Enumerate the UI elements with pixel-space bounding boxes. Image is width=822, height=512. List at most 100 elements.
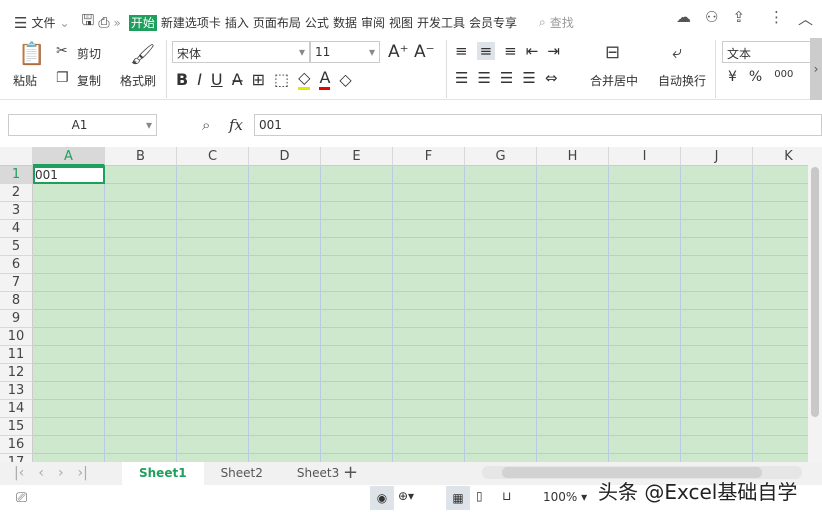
eye-protect-icon[interactable]: ◉ <box>370 486 394 510</box>
ribbon-tab[interactable]: 会员专享 <box>469 16 517 30</box>
search-label[interactable]: 查找 <box>550 14 574 31</box>
cell-I13[interactable] <box>609 382 681 400</box>
cell-C17[interactable] <box>177 454 249 462</box>
cell-A5[interactable] <box>33 238 105 256</box>
cell-G1[interactable] <box>465 166 537 184</box>
cell-F11[interactable] <box>393 346 465 364</box>
cloud-icon[interactable]: ☁ <box>676 8 691 29</box>
row-header-6[interactable]: 6 <box>0 256 33 274</box>
column-header-C[interactable]: C <box>177 147 249 166</box>
file-menu[interactable]: 文件 <box>31 14 55 31</box>
cell-B4[interactable] <box>105 220 177 238</box>
cell-A17[interactable] <box>33 454 105 462</box>
align-center-icon[interactable]: ☰ <box>477 69 490 87</box>
cell-G12[interactable] <box>465 364 537 382</box>
cell-F7[interactable] <box>393 274 465 292</box>
cell-C14[interactable] <box>177 400 249 418</box>
ribbon-tab[interactable]: 插入 <box>225 16 249 30</box>
cell-E5[interactable] <box>321 238 393 256</box>
cell-F14[interactable] <box>393 400 465 418</box>
cell-B11[interactable] <box>105 346 177 364</box>
cell-I1[interactable] <box>609 166 681 184</box>
chevron-down-icon[interactable]: ⌄ <box>59 16 69 30</box>
cell-G6[interactable] <box>465 256 537 274</box>
row-header-7[interactable]: 7 <box>0 274 33 292</box>
cell-D10[interactable] <box>249 328 321 346</box>
cell-G13[interactable] <box>465 382 537 400</box>
cell-J1[interactable] <box>681 166 753 184</box>
cell-D4[interactable] <box>249 220 321 238</box>
fx-button[interactable]: fx <box>229 116 243 134</box>
cell-C15[interactable] <box>177 418 249 436</box>
cell-I17[interactable] <box>609 454 681 462</box>
ribbon-tab[interactable]: 公式 <box>305 16 329 30</box>
cell-F2[interactable] <box>393 184 465 202</box>
cell-E1[interactable] <box>321 166 393 184</box>
fill-color-icon[interactable]: ◇ <box>298 68 311 90</box>
cell-C11[interactable] <box>177 346 249 364</box>
cell-F1[interactable] <box>393 166 465 184</box>
column-header-I[interactable]: I <box>609 147 681 166</box>
cell-A10[interactable] <box>33 328 105 346</box>
column-header-G[interactable]: G <box>465 147 537 166</box>
cell-K15[interactable] <box>753 418 808 436</box>
cell-K5[interactable] <box>753 238 808 256</box>
column-header-J[interactable]: J <box>681 147 753 166</box>
cell-I7[interactable] <box>609 274 681 292</box>
cell-E4[interactable] <box>321 220 393 238</box>
cell-I11[interactable] <box>609 346 681 364</box>
more-vert-icon[interactable]: ⋮ <box>769 8 784 29</box>
cell-I6[interactable] <box>609 256 681 274</box>
cell-G17[interactable] <box>465 454 537 462</box>
column-header-D[interactable]: D <box>249 147 321 166</box>
cell-K6[interactable] <box>753 256 808 274</box>
cell-E9[interactable] <box>321 310 393 328</box>
select-all-corner[interactable] <box>0 147 33 166</box>
save-icon[interactable]: 🖫 <box>82 10 95 35</box>
cell-C1[interactable] <box>177 166 249 184</box>
cell-K8[interactable] <box>753 292 808 310</box>
cell-A4[interactable] <box>33 220 105 238</box>
row-header-8[interactable]: 8 <box>0 292 33 310</box>
row-header-16[interactable]: 16 <box>0 436 33 454</box>
column-header-B[interactable]: B <box>105 147 177 166</box>
cell-D6[interactable] <box>249 256 321 274</box>
underline-icon[interactable]: U <box>211 70 223 89</box>
cell-G16[interactable] <box>465 436 537 454</box>
cell-J15[interactable] <box>681 418 753 436</box>
add-sheet-icon[interactable]: + <box>343 462 358 483</box>
cell-F16[interactable] <box>393 436 465 454</box>
cell-J2[interactable] <box>681 184 753 202</box>
more-icon[interactable]: » <box>114 16 121 30</box>
ribbon-tab[interactable]: 审阅 <box>361 16 385 30</box>
row-header-4[interactable]: 4 <box>0 220 33 238</box>
cell-H3[interactable] <box>537 202 609 220</box>
ribbon-scroll-right[interactable]: › <box>810 38 822 100</box>
cell-F10[interactable] <box>393 328 465 346</box>
cell-D5[interactable] <box>249 238 321 256</box>
collapse-icon[interactable]: ︿ <box>798 8 813 29</box>
cell-B10[interactable] <box>105 328 177 346</box>
cell-I12[interactable] <box>609 364 681 382</box>
vertical-scrollbar[interactable] <box>808 147 822 462</box>
cell-H4[interactable] <box>537 220 609 238</box>
row-header-15[interactable]: 15 <box>0 418 33 436</box>
cell-K11[interactable] <box>753 346 808 364</box>
cell-D8[interactable] <box>249 292 321 310</box>
cell-B8[interactable] <box>105 292 177 310</box>
column-header-K[interactable]: K <box>753 147 808 166</box>
cell-B12[interactable] <box>105 364 177 382</box>
row-header-14[interactable]: 14 <box>0 400 33 418</box>
cell-B16[interactable] <box>105 436 177 454</box>
cell-B5[interactable] <box>105 238 177 256</box>
cell-J3[interactable] <box>681 202 753 220</box>
cell-J14[interactable] <box>681 400 753 418</box>
cell-C4[interactable] <box>177 220 249 238</box>
bold-icon[interactable]: B <box>176 70 188 89</box>
cell-B13[interactable] <box>105 382 177 400</box>
cell-J5[interactable] <box>681 238 753 256</box>
wrap-text-button[interactable]: 自动换行 <box>658 72 706 89</box>
format-painter-button[interactable]: 格式刷 <box>120 72 156 89</box>
cell-H5[interactable] <box>537 238 609 256</box>
distribute-icon[interactable]: ⇔ <box>545 69 558 87</box>
